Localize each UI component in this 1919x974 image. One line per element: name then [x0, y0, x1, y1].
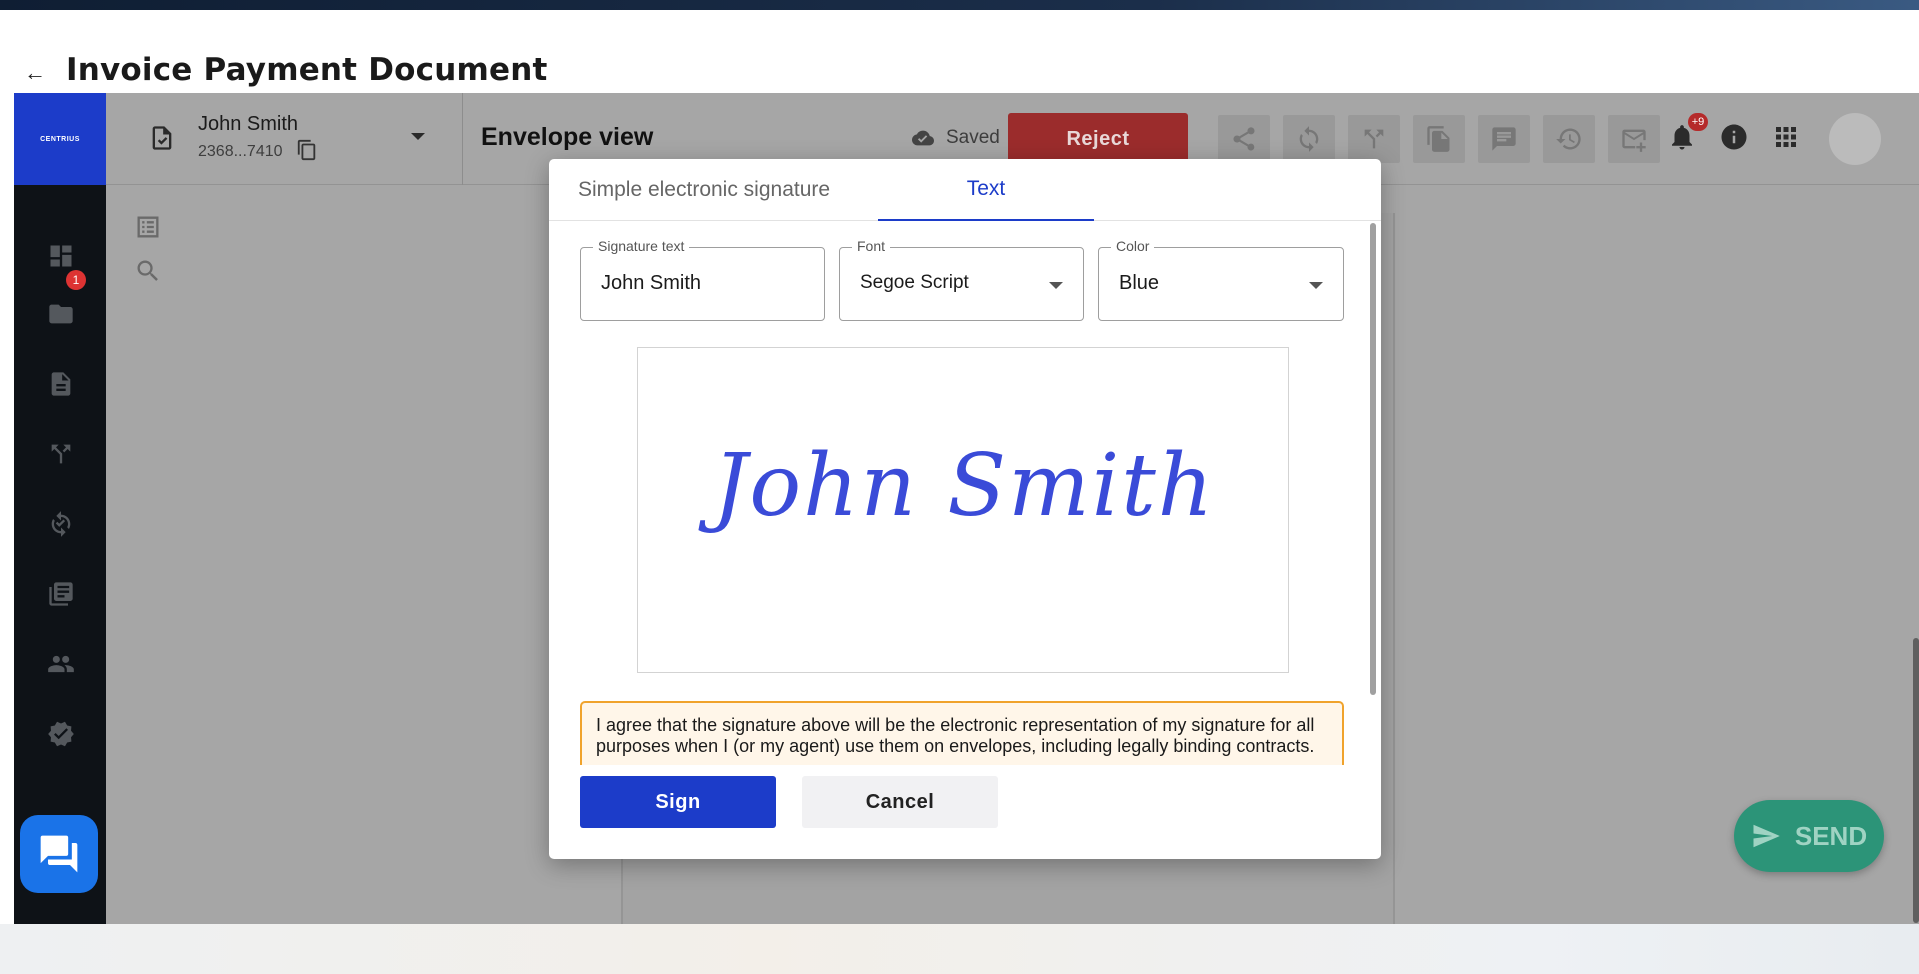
color-value: Blue [1119, 272, 1160, 294]
signature-preview-text: John Smith [712, 436, 1216, 536]
chevron-down-icon [1309, 282, 1323, 289]
comments-button[interactable] [1478, 115, 1530, 163]
sidebar: 1 [14, 185, 106, 924]
chat-button[interactable] [20, 815, 98, 893]
mail-plus-icon [1622, 129, 1646, 152]
share-icon [1233, 127, 1255, 151]
copy-document-button[interactable] [1413, 115, 1465, 163]
page-title: Invoice Payment Document [66, 52, 548, 88]
share-button[interactable] [1218, 115, 1270, 163]
info-icon[interactable] [1718, 121, 1750, 153]
sync-button[interactable] [1283, 115, 1335, 163]
footer-band [0, 924, 1919, 974]
top-strip [0, 0, 1919, 10]
topbar-divider [462, 93, 463, 185]
file-copy-icon [1427, 126, 1450, 152]
workflow-icon [1364, 129, 1384, 149]
user-id: 2368...7410 [198, 143, 283, 160]
notification-badge: +9 [1688, 113, 1708, 131]
font-value: Segoe Script [860, 272, 969, 293]
send-button[interactable]: SEND [1734, 800, 1884, 872]
avatar[interactable] [1829, 113, 1881, 165]
user-dropdown-caret-icon[interactable] [411, 133, 425, 140]
comment-icon [1492, 127, 1516, 151]
folder-icon[interactable] [46, 299, 76, 329]
library-icon[interactable] [46, 579, 76, 609]
signature-tabs: Simple electronic signature Text [549, 159, 1381, 221]
chat-icon [40, 835, 78, 873]
document-icon[interactable] [46, 369, 76, 399]
saved-status: Saved [908, 127, 1000, 149]
chevron-down-icon [1049, 282, 1063, 289]
sync-check-icon [1299, 126, 1319, 152]
send-mail-button[interactable] [1608, 115, 1660, 163]
workflow-icon[interactable] [46, 439, 76, 469]
dashboard-icon[interactable] [46, 241, 76, 271]
cancel-button[interactable]: Cancel [802, 776, 998, 828]
agreement-notice: I agree that the signature above will be… [580, 701, 1344, 765]
dialog-scrollbar[interactable] [1370, 223, 1376, 695]
cloud-check-icon [912, 130, 934, 146]
user-name[interactable]: John Smith [198, 113, 298, 136]
brand-logo[interactable]: CENTRIUS [14, 93, 106, 185]
font-select[interactable]: Font Segoe Script [839, 238, 1084, 321]
signature-preview: John Smith [637, 347, 1289, 673]
saved-label: Saved [946, 127, 1000, 148]
page-header: ← Invoice Payment Document [0, 10, 1919, 93]
signature-text-label: Signature text [593, 238, 690, 254]
color-label: Color [1111, 238, 1155, 254]
tab-simple-electronic-signature[interactable]: Simple electronic signature [564, 159, 844, 221]
reject-button[interactable]: Reject [1008, 113, 1188, 165]
history-icon [1556, 128, 1581, 150]
signature-dialog: Simple electronic signature Text Signatu… [549, 159, 1381, 859]
folder-badge: 1 [66, 270, 86, 290]
brand-logo-text: CENTRIUS [40, 135, 80, 143]
back-arrow-icon[interactable]: ← [24, 60, 46, 86]
workflow-button[interactable] [1348, 115, 1400, 163]
main-scrollbar[interactable] [1913, 638, 1919, 923]
tab-text[interactable]: Text [878, 159, 1094, 221]
copy-icon[interactable] [296, 139, 318, 161]
verified-icon[interactable] [46, 719, 76, 749]
search-icon[interactable] [134, 257, 162, 285]
signature-text-field[interactable]: Signature text John Smith [580, 238, 825, 321]
view-title: Envelope view [481, 123, 654, 151]
history-button[interactable] [1543, 115, 1595, 163]
sync-check-icon[interactable] [46, 509, 76, 539]
font-label: Font [852, 238, 891, 254]
send-label: SEND [1794, 820, 1868, 851]
signature-text-input[interactable]: John Smith [601, 272, 701, 295]
document-check-icon [148, 121, 176, 155]
color-select[interactable]: Color Blue [1098, 238, 1344, 321]
sign-button[interactable]: Sign [580, 776, 776, 828]
list-icon[interactable] [134, 213, 162, 241]
users-icon[interactable] [46, 649, 76, 679]
apps-grid-icon[interactable] [1770, 121, 1802, 153]
send-icon [1753, 824, 1780, 848]
